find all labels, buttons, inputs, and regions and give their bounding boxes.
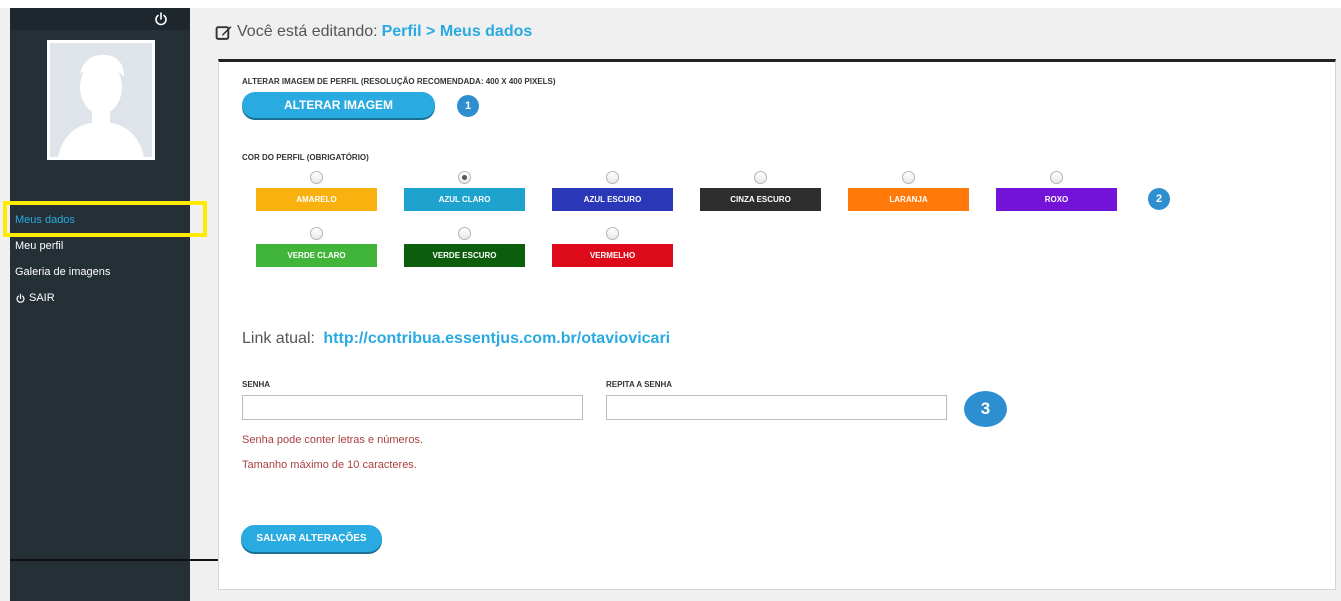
current-link: Link atual: http://contribua.essentjus.c… (242, 330, 670, 348)
edit-icon (215, 25, 232, 40)
sidebar-item-label: Meu perfil (15, 240, 64, 252)
power-icon (16, 293, 25, 303)
avatar-placeholder-icon (50, 43, 152, 157)
password-hint-chars: Senha pode conter letras e números. (242, 434, 424, 446)
color-option[interactable]: AMARELO (256, 171, 377, 211)
color-radio[interactable] (458, 171, 471, 184)
step-badge-2: 2 (1148, 188, 1170, 210)
color-option[interactable]: VERDE ESCURO (404, 227, 525, 267)
color-swatch[interactable]: ROXO (996, 188, 1117, 211)
password-hint-length: Tamanho máximo de 10 caracteres. (242, 459, 417, 471)
link-prefix: Link atual: (242, 330, 315, 347)
sidebar-item-label: Galeria de imagens (15, 266, 111, 278)
sidebar-item-galeria[interactable]: Galeria de imagens (10, 259, 190, 285)
password-input[interactable] (242, 395, 583, 420)
color-option[interactable]: VERDE CLARO (256, 227, 377, 267)
color-radio[interactable] (310, 227, 323, 240)
top-strip (0, 0, 1341, 8)
power-icon[interactable] (153, 11, 169, 27)
repeat-password-input[interactable] (606, 395, 947, 420)
sidebar-top-bar (10, 8, 190, 30)
color-radio[interactable] (606, 171, 619, 184)
change-image-button[interactable]: ALTERAR IMAGEM (242, 92, 435, 118)
step-badge-3: 3 (964, 391, 1007, 427)
color-radio[interactable] (606, 227, 619, 240)
form-panel: ALTERAR IMAGEM DE PERFIL (RESOLUÇÃO RECO… (218, 59, 1336, 590)
sidebar-item-sair[interactable]: SAIR (10, 285, 190, 311)
color-swatch[interactable]: LARANJA (848, 188, 969, 211)
color-option[interactable]: ROXO (996, 171, 1117, 211)
step-badge-1: 1 (457, 95, 479, 117)
password-label: SENHA (242, 380, 271, 389)
sidebar: Meus dados Meu perfil Galeria de imagens… (10, 8, 190, 601)
color-swatch[interactable]: CINZA ESCURO (700, 188, 821, 211)
color-swatch[interactable]: VERDE ESCURO (404, 244, 525, 267)
color-swatch[interactable]: VERMELHO (552, 244, 673, 267)
save-button[interactable]: SALVAR ALTERAÇÕES (241, 525, 382, 552)
breadcrumb: Perfil > Meus dados (381, 23, 533, 40)
color-option[interactable]: LARANJA (848, 171, 969, 211)
color-option[interactable]: VERMELHO (552, 227, 673, 267)
color-swatch[interactable]: AZUL CLARO (404, 188, 525, 211)
color-radio[interactable] (1050, 171, 1063, 184)
profile-url-link[interactable]: http://contribua.essentjus.com.br/otavio… (323, 330, 670, 347)
profile-image-label: ALTERAR IMAGEM DE PERFIL (RESOLUÇÃO RECO… (242, 77, 556, 86)
color-radio[interactable] (458, 227, 471, 240)
color-option[interactable]: CINZA ESCURO (700, 171, 821, 211)
color-option[interactable]: AZUL ESCURO (552, 171, 673, 211)
color-radio[interactable] (754, 171, 767, 184)
profile-color-label: COR DO PERFIL (OBRIGATÓRIO) (242, 153, 369, 162)
avatar (47, 40, 155, 160)
title-prefix: Você está editando: (237, 23, 378, 40)
annotation-highlight-box (3, 201, 207, 237)
page-title: Você está editando: Perfil > Meus dados (215, 21, 532, 43)
color-swatch[interactable]: AZUL ESCURO (552, 188, 673, 211)
color-swatch[interactable]: VERDE CLARO (256, 244, 377, 267)
annotation-pointer-line (10, 559, 245, 561)
color-radio[interactable] (310, 171, 323, 184)
color-radio[interactable] (902, 171, 915, 184)
sidebar-item-label: SAIR (29, 292, 55, 304)
color-option[interactable]: AZUL CLARO (404, 171, 525, 211)
repeat-password-label: REPITA A SENHA (606, 380, 673, 389)
color-swatch[interactable]: AMARELO (256, 188, 377, 211)
